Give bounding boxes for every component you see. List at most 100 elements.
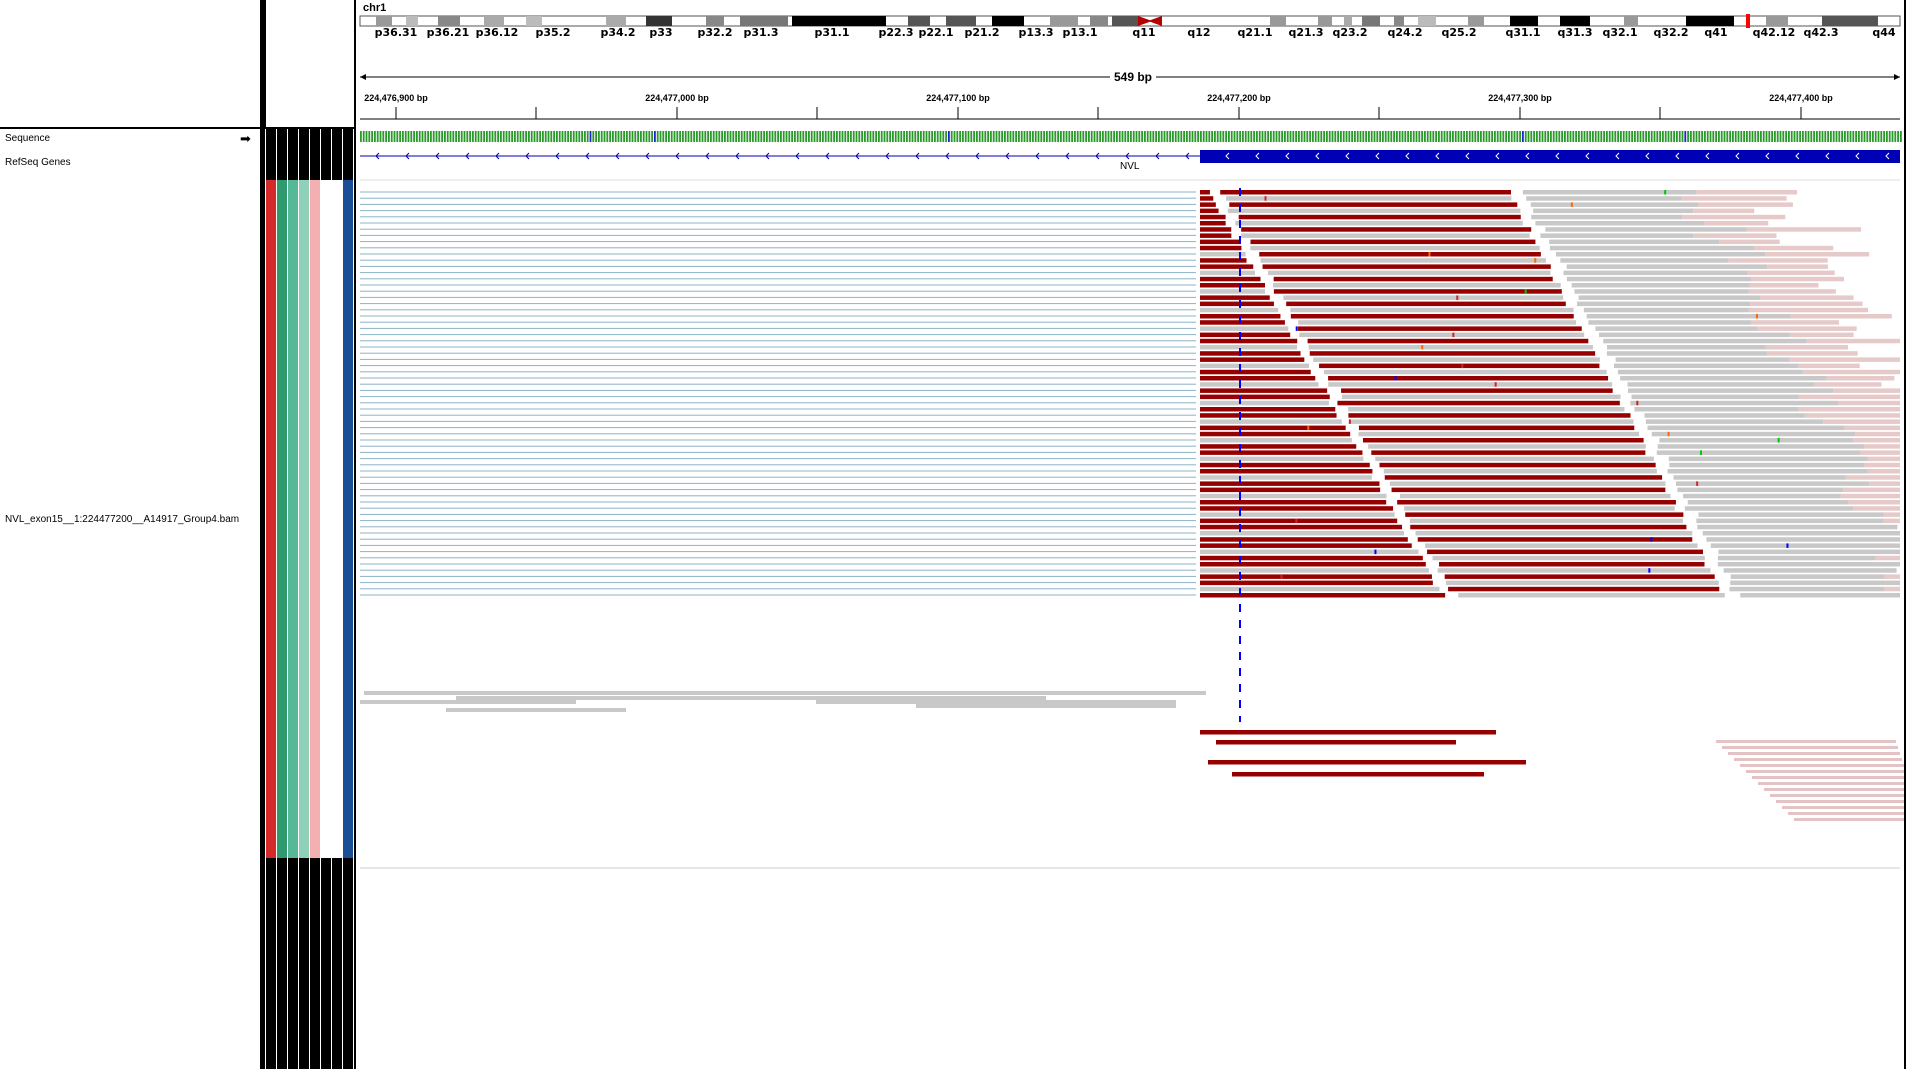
insert-line bbox=[360, 507, 1196, 509]
insert-line bbox=[360, 594, 1196, 596]
base bbox=[1578, 131, 1580, 142]
base bbox=[1317, 131, 1320, 142]
read-segment bbox=[1200, 438, 1352, 443]
base bbox=[995, 131, 998, 142]
base bbox=[1872, 131, 1874, 142]
alignment-reads[interactable] bbox=[360, 188, 1904, 821]
base bbox=[1614, 131, 1617, 142]
base bbox=[1127, 131, 1129, 142]
base bbox=[1527, 131, 1530, 142]
mismatch bbox=[1699, 450, 1702, 455]
read-segment bbox=[1617, 369, 1803, 375]
base bbox=[1709, 131, 1712, 142]
band-label: p35.2 bbox=[535, 26, 570, 39]
base bbox=[1340, 131, 1342, 142]
base bbox=[1653, 131, 1656, 142]
base bbox=[819, 131, 821, 142]
base bbox=[1118, 131, 1121, 142]
base bbox=[430, 131, 432, 142]
read-segment bbox=[1273, 283, 1561, 288]
bam-track-label[interactable]: NVL_exon15__1:224477200__A14917_Group4.b… bbox=[5, 514, 239, 525]
read-segment bbox=[1200, 487, 1381, 493]
base bbox=[1687, 131, 1689, 142]
base bbox=[1211, 131, 1213, 142]
base bbox=[1253, 131, 1255, 142]
base bbox=[1132, 131, 1135, 142]
mismatch bbox=[1264, 196, 1267, 201]
insert-line bbox=[360, 557, 1196, 559]
read-segment bbox=[1683, 493, 1841, 499]
insert-line bbox=[360, 203, 1196, 205]
refseq-track-label[interactable]: RefSeq Genes bbox=[5, 157, 71, 168]
base bbox=[1197, 131, 1199, 142]
base bbox=[701, 131, 704, 142]
base bbox=[472, 131, 474, 142]
read-segment bbox=[1220, 190, 1511, 195]
band-label: p36.31 bbox=[375, 26, 418, 39]
attribute-divider bbox=[320, 128, 321, 1069]
base bbox=[1480, 131, 1482, 142]
insert-line bbox=[360, 259, 1196, 261]
insert-line bbox=[360, 377, 1196, 379]
base bbox=[754, 131, 757, 142]
read-segment bbox=[1290, 307, 1574, 313]
base bbox=[530, 131, 533, 142]
read-segment bbox=[1576, 301, 1751, 307]
insert-line bbox=[360, 396, 1196, 398]
base bbox=[407, 131, 410, 142]
base bbox=[659, 131, 662, 142]
base bbox=[1575, 131, 1577, 142]
read-segment bbox=[1200, 221, 1226, 226]
read-segment bbox=[1603, 338, 1807, 344]
read-segment bbox=[1200, 524, 1403, 530]
band-label: p13.1 bbox=[1062, 26, 1097, 39]
base bbox=[978, 131, 981, 142]
base bbox=[1606, 131, 1608, 142]
base bbox=[519, 131, 522, 142]
strand-arrow-icon[interactable]: ➡ bbox=[240, 131, 251, 147]
read-segment bbox=[1458, 593, 1725, 598]
mismatch bbox=[1636, 400, 1639, 406]
read-segment bbox=[1200, 276, 1261, 282]
base bbox=[388, 131, 390, 142]
base bbox=[1550, 131, 1552, 142]
base bbox=[511, 131, 513, 142]
base bbox=[836, 131, 838, 142]
gene-name-label: NVL bbox=[1120, 161, 1140, 172]
base bbox=[1295, 131, 1297, 142]
read-segment bbox=[1358, 431, 1640, 437]
base bbox=[1701, 131, 1703, 142]
base bbox=[1284, 131, 1286, 142]
read-segment bbox=[1571, 283, 1750, 288]
base bbox=[710, 131, 712, 142]
base bbox=[1600, 131, 1603, 142]
base bbox=[371, 131, 373, 142]
data-panel[interactable]: p36.31 p36.21 p36.12 p35.2 p34.2 p33 p32.2 p31.… bbox=[356, 0, 1904, 1069]
base bbox=[964, 131, 967, 142]
read-segment bbox=[1200, 531, 1405, 536]
softclip-segment bbox=[1704, 221, 1769, 226]
sequence-track-label[interactable]: Sequence bbox=[5, 133, 50, 144]
read-segment bbox=[1651, 431, 1856, 437]
read-segment bbox=[1200, 549, 1419, 555]
base bbox=[542, 131, 544, 142]
base bbox=[1846, 131, 1849, 142]
softclip-segment bbox=[1697, 202, 1793, 207]
ideogram-band bbox=[526, 16, 542, 26]
read-segment bbox=[1200, 307, 1279, 313]
base bbox=[382, 131, 385, 142]
attribute-cell bbox=[277, 180, 287, 858]
base bbox=[1566, 131, 1569, 142]
base bbox=[1684, 131, 1687, 142]
base bbox=[1446, 131, 1449, 142]
base bbox=[897, 131, 900, 142]
base bbox=[1314, 131, 1317, 142]
base bbox=[757, 131, 760, 142]
read bbox=[1232, 772, 1484, 777]
base bbox=[1785, 131, 1787, 142]
base bbox=[1286, 131, 1289, 142]
ideogram-band bbox=[1418, 16, 1436, 26]
mismatch bbox=[1374, 549, 1377, 555]
base bbox=[385, 131, 387, 142]
base bbox=[1051, 131, 1054, 142]
